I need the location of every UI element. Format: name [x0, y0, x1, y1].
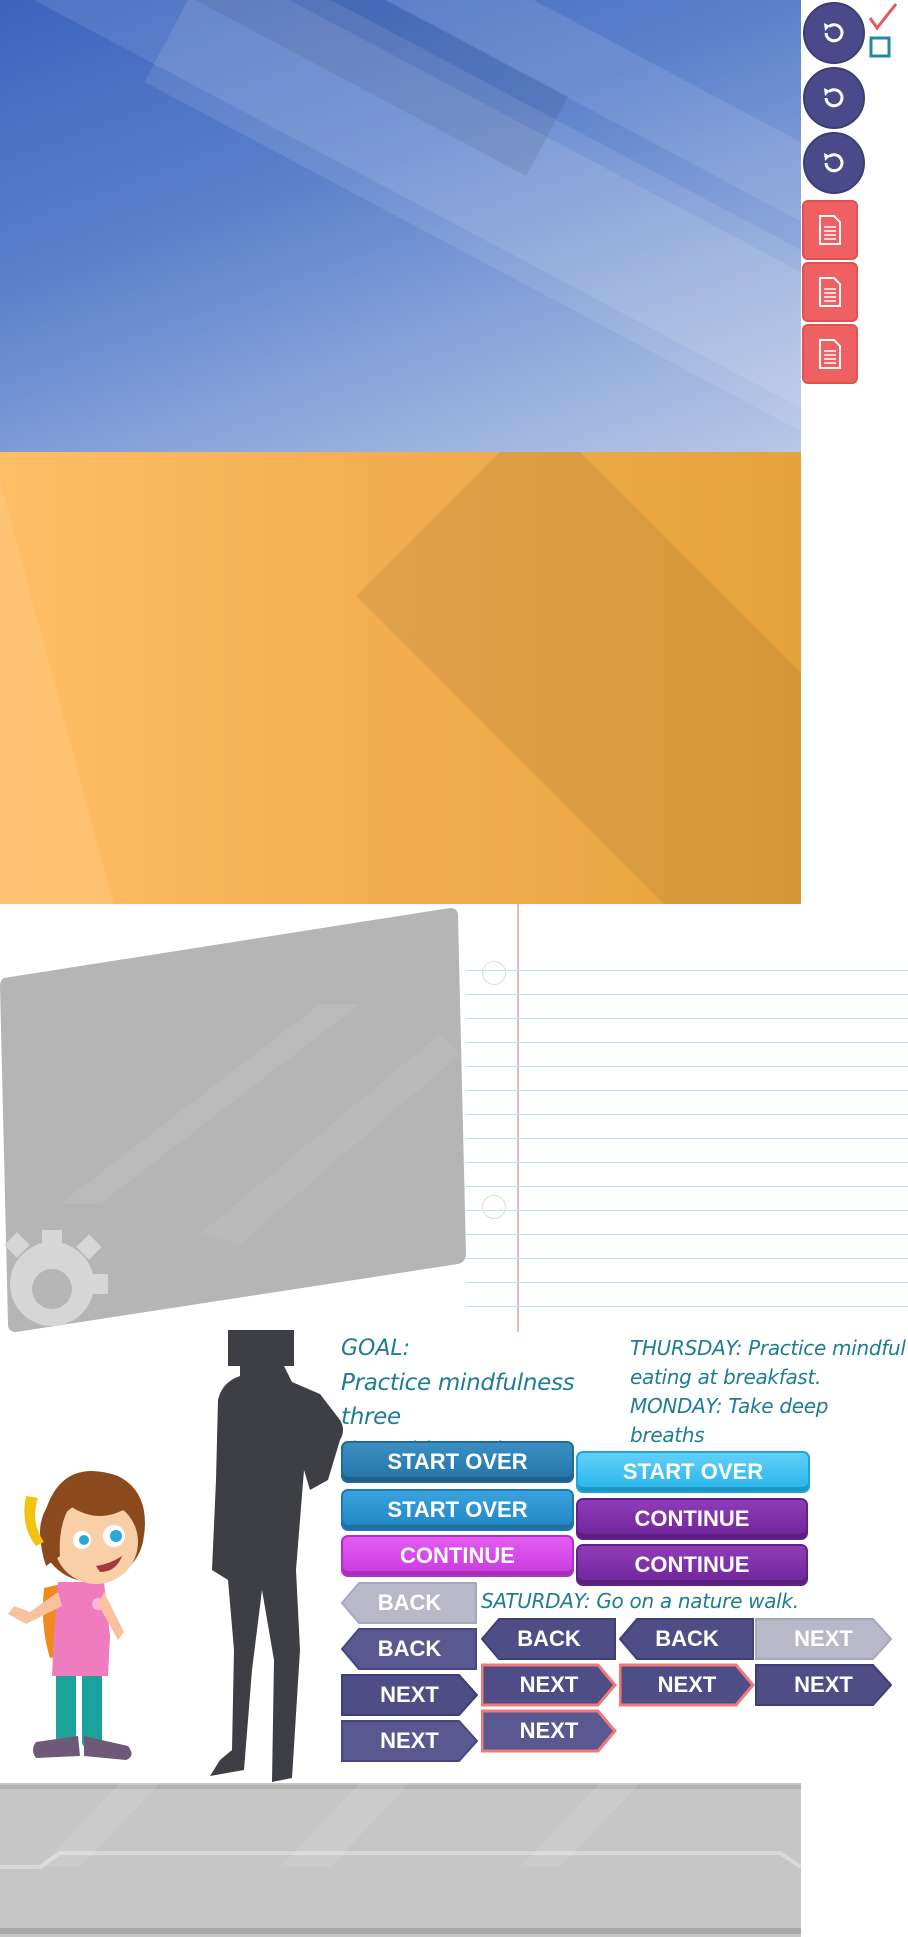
document-icon[interactable]: [802, 262, 858, 322]
cartoon-girl: [0, 1436, 160, 1776]
grey-floor: [0, 1783, 801, 1937]
saturday-entry: SATURDAY: Go on a nature walk.: [481, 1589, 799, 1613]
document-icon[interactable]: [802, 200, 858, 260]
back-button-disabled[interactable]: BACK: [340, 1581, 478, 1625]
goal-label: GOAL:: [341, 1336, 411, 1361]
next-button-label: NEXT: [519, 1718, 579, 1743]
start-over-button[interactable]: START OVER: [341, 1441, 574, 1483]
next-button-label: NEXT: [380, 1728, 439, 1753]
silhouette-figure: [200, 1330, 350, 1785]
monday-line: MONDAY: Take deep breaths: [630, 1394, 829, 1447]
reset-icon[interactable]: [803, 67, 865, 129]
back-button-label: BACK: [655, 1626, 719, 1651]
next-button[interactable]: NEXT: [341, 1719, 479, 1763]
reset-icon[interactable]: [803, 132, 865, 194]
continue-button[interactable]: CONTINUE: [341, 1535, 574, 1577]
grey-board: [0, 904, 470, 1334]
goal-line: Practice mindfulness three: [341, 1370, 575, 1430]
next-button-disabled[interactable]: NEXT: [755, 1617, 893, 1661]
sky-background: [0, 0, 801, 452]
start-over-button[interactable]: START OVER: [576, 1451, 810, 1493]
next-button-label: NEXT: [657, 1672, 717, 1697]
next-button-label: NEXT: [380, 1682, 439, 1707]
checkbox-check-icon[interactable]: [866, 2, 906, 62]
reset-icon[interactable]: [803, 2, 865, 64]
back-button[interactable]: BACK: [618, 1617, 755, 1661]
back-button-label: BACK: [377, 1636, 442, 1661]
thursday-line: eating at breakfast.: [630, 1365, 822, 1389]
back-button-label: BACK: [517, 1626, 581, 1651]
next-button-highlighted[interactable]: NEXT: [480, 1709, 617, 1753]
next-button-highlighted[interactable]: NEXT: [618, 1663, 755, 1707]
back-button[interactable]: BACK: [480, 1617, 617, 1661]
thursday-entry: THURSDAY: Practice mindful eating at bre…: [630, 1334, 908, 1392]
orange-background: [0, 452, 801, 904]
continue-button[interactable]: CONTINUE: [576, 1498, 808, 1540]
back-button[interactable]: BACK: [340, 1627, 478, 1671]
continue-button[interactable]: CONTINUE: [576, 1544, 808, 1586]
next-button-highlighted[interactable]: NEXT: [480, 1663, 617, 1707]
next-button-label: NEXT: [519, 1672, 579, 1697]
next-button[interactable]: NEXT: [755, 1663, 893, 1707]
thursday-line: THURSDAY: Practice mindful: [630, 1336, 906, 1360]
back-button-label: BACK: [377, 1590, 442, 1615]
next-button-label: NEXT: [794, 1672, 853, 1697]
next-button[interactable]: NEXT: [341, 1673, 479, 1717]
notebook-paper: [466, 904, 908, 1332]
start-over-button[interactable]: START OVER: [341, 1489, 574, 1531]
document-icon[interactable]: [802, 324, 858, 384]
next-button-label: NEXT: [794, 1626, 853, 1651]
